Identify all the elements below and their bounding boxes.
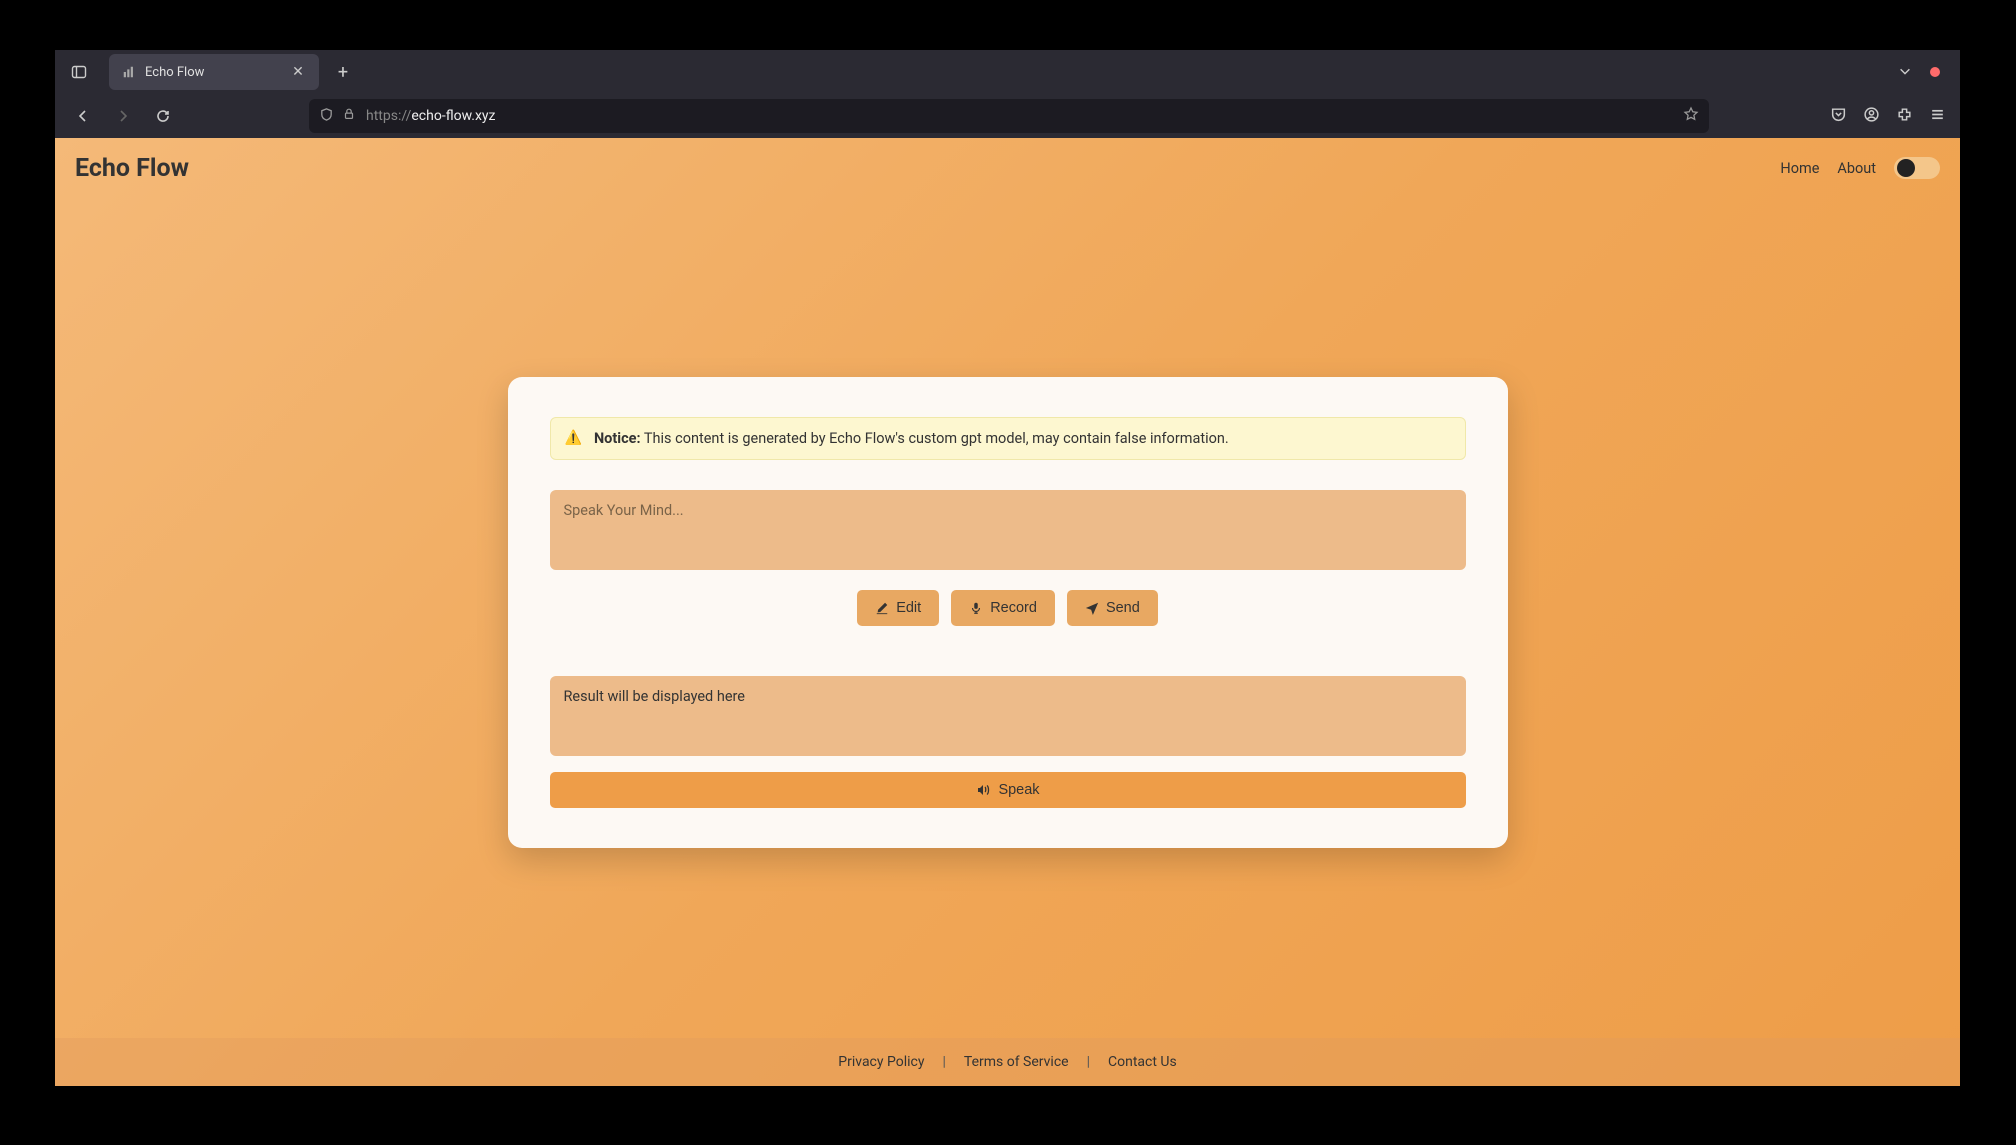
lock-icon[interactable]	[342, 107, 356, 125]
send-button[interactable]: Send	[1067, 590, 1158, 626]
theme-toggle-knob	[1897, 159, 1915, 177]
main-card: ⚠️ Notice: This content is generated by …	[508, 377, 1508, 848]
footer-contact[interactable]: Contact Us	[1108, 1054, 1177, 1070]
tabs-dropdown-icon[interactable]	[1892, 57, 1918, 88]
bookmark-star-icon[interactable]	[1683, 106, 1699, 126]
send-button-label: Send	[1106, 600, 1140, 616]
app-nav: Home About	[1780, 157, 1940, 179]
record-button-label: Record	[990, 600, 1037, 616]
url-text: https://echo-flow.xyz	[366, 108, 496, 124]
edit-icon	[875, 601, 889, 615]
shield-icon[interactable]	[319, 107, 334, 126]
edit-button-label: Edit	[896, 600, 921, 616]
microphone-icon	[969, 601, 983, 615]
browser-window: Echo Flow ✕ +	[55, 50, 1960, 1086]
record-button[interactable]: Record	[951, 590, 1055, 626]
app-header: Echo Flow Home About	[55, 138, 1960, 198]
footer-terms[interactable]: Terms of Service	[964, 1054, 1069, 1070]
tab-close-icon[interactable]: ✕	[289, 63, 307, 81]
extensions-icon[interactable]	[1896, 106, 1913, 127]
app-footer: Privacy Policy | Terms of Service | Cont…	[55, 1038, 1960, 1086]
footer-separator: |	[942, 1054, 945, 1070]
nav-about[interactable]: About	[1837, 160, 1876, 177]
browser-toolbar: https://echo-flow.xyz	[55, 94, 1960, 138]
forward-button[interactable]	[109, 102, 137, 130]
app-viewport: Echo Flow Home About ⚠️ Notice: This con…	[55, 138, 1960, 1086]
tab-title: Echo Flow	[145, 65, 281, 80]
send-icon	[1085, 601, 1099, 615]
url-bar[interactable]: https://echo-flow.xyz	[309, 99, 1709, 133]
tab-panel-icon[interactable]	[65, 58, 93, 86]
account-icon[interactable]	[1863, 106, 1880, 127]
theme-toggle[interactable]	[1894, 157, 1940, 179]
warning-icon: ⚠️	[565, 430, 582, 446]
speak-button-label: Speak	[998, 782, 1039, 798]
nav-home[interactable]: Home	[1780, 160, 1819, 177]
new-tab-button[interactable]: +	[327, 56, 359, 88]
menu-icon[interactable]	[1929, 106, 1946, 127]
reload-button[interactable]	[149, 102, 177, 130]
pocket-icon[interactable]	[1830, 106, 1847, 127]
footer-privacy[interactable]: Privacy Policy	[838, 1054, 924, 1070]
back-button[interactable]	[69, 102, 97, 130]
notice-banner: ⚠️ Notice: This content is generated by …	[550, 417, 1466, 460]
notice-text: Notice: This content is generated by Ech…	[594, 430, 1229, 447]
app-logo: Echo Flow	[75, 154, 189, 183]
tab-bar: Echo Flow ✕ +	[55, 50, 1960, 94]
main-area: ⚠️ Notice: This content is generated by …	[55, 198, 1960, 1086]
edit-button[interactable]: Edit	[857, 590, 939, 626]
result-placeholder: Result will be displayed here	[564, 688, 745, 705]
speaker-icon	[975, 782, 991, 798]
speak-button[interactable]: Speak	[550, 772, 1466, 808]
tab-favicon-icon	[121, 64, 137, 80]
recording-indicator-icon	[1930, 67, 1940, 77]
prompt-input[interactable]	[550, 490, 1466, 570]
result-box: Result will be displayed here	[550, 676, 1466, 756]
footer-separator: |	[1087, 1054, 1090, 1070]
action-buttons: Edit Record Send	[550, 590, 1466, 626]
browser-tab[interactable]: Echo Flow ✕	[109, 54, 319, 90]
